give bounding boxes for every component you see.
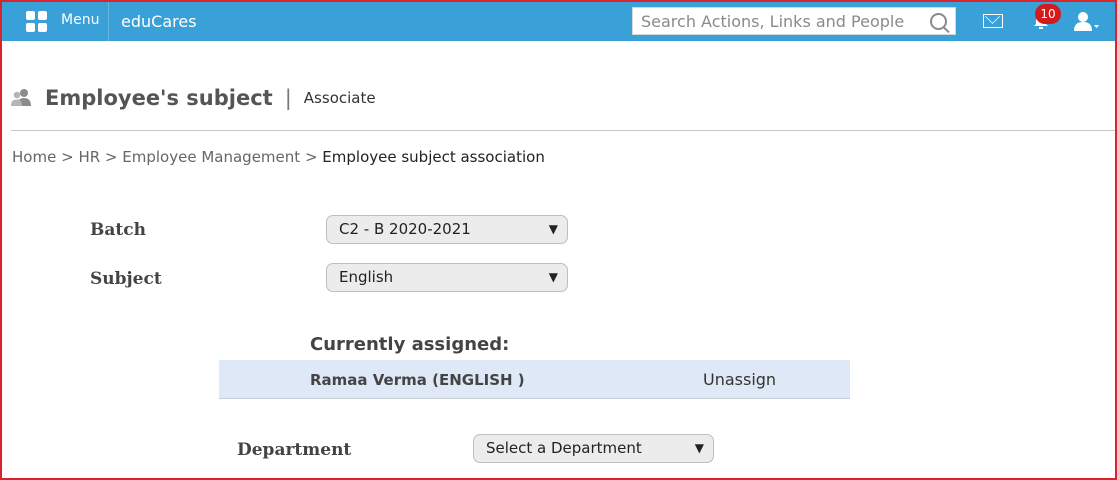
- page-subtitle: Associate: [303, 89, 376, 107]
- mail-icon[interactable]: [983, 14, 1003, 28]
- batch-select[interactable]: C2 - B 2020-2021 ▼: [326, 215, 568, 244]
- breadcrumb-home[interactable]: Home: [12, 148, 56, 166]
- breadcrumb-separator: >: [304, 148, 318, 166]
- batch-select-value: C2 - B 2020-2021: [339, 220, 471, 238]
- unassign-link[interactable]: Unassign: [703, 370, 776, 389]
- breadcrumb-employee-management[interactable]: Employee Management: [122, 148, 300, 166]
- header-divider: [11, 130, 1115, 131]
- brand-link[interactable]: eduCares: [108, 2, 197, 41]
- dropdown-arrow-icon: ▼: [548, 222, 558, 236]
- department-select[interactable]: Select a Department ▼: [473, 434, 714, 463]
- subject-select[interactable]: English ▼: [326, 263, 568, 292]
- search-icon[interactable]: [930, 13, 947, 30]
- notification-badge[interactable]: 10: [1035, 4, 1061, 24]
- search-input[interactable]: [633, 8, 929, 34]
- department-select-value: Select a Department: [486, 439, 642, 457]
- breadcrumb: Home > HR > Employee Management > Employ…: [12, 148, 545, 166]
- subject-select-value: English: [339, 268, 394, 286]
- app-frame: Menu eduCares 10: [0, 0, 1117, 480]
- dropdown-arrow-icon: ▼: [548, 270, 558, 284]
- page-title: Employee's subject: [45, 86, 273, 110]
- title-separator: |: [284, 86, 292, 110]
- dropdown-arrow-icon: ▼: [694, 441, 704, 455]
- subject-label: Subject: [90, 269, 162, 289]
- breadcrumb-separator: >: [104, 148, 118, 166]
- menu-label: Menu: [61, 11, 100, 28]
- grid-menu-icon: [26, 10, 48, 33]
- batch-label: Batch: [90, 220, 146, 240]
- assigned-row: Ramaa Verma (ENGLISH ) Unassign: [219, 360, 850, 399]
- assigned-employee-name: Ramaa Verma (ENGLISH ): [310, 371, 525, 389]
- users-icon: [11, 88, 33, 108]
- menu-button[interactable]: Menu: [14, 2, 109, 41]
- currently-assigned-heading: Currently assigned:: [310, 334, 510, 355]
- top-bar: Menu eduCares 10: [2, 2, 1115, 41]
- breadcrumb-separator: >: [61, 148, 74, 166]
- user-menu-icon[interactable]: [1074, 11, 1100, 33]
- search-box: [632, 7, 956, 35]
- page-header: Employee's subject | Associate: [11, 80, 376, 116]
- department-label: Department: [237, 440, 352, 460]
- breadcrumb-hr[interactable]: HR: [78, 148, 100, 166]
- breadcrumb-current: Employee subject association: [322, 148, 545, 166]
